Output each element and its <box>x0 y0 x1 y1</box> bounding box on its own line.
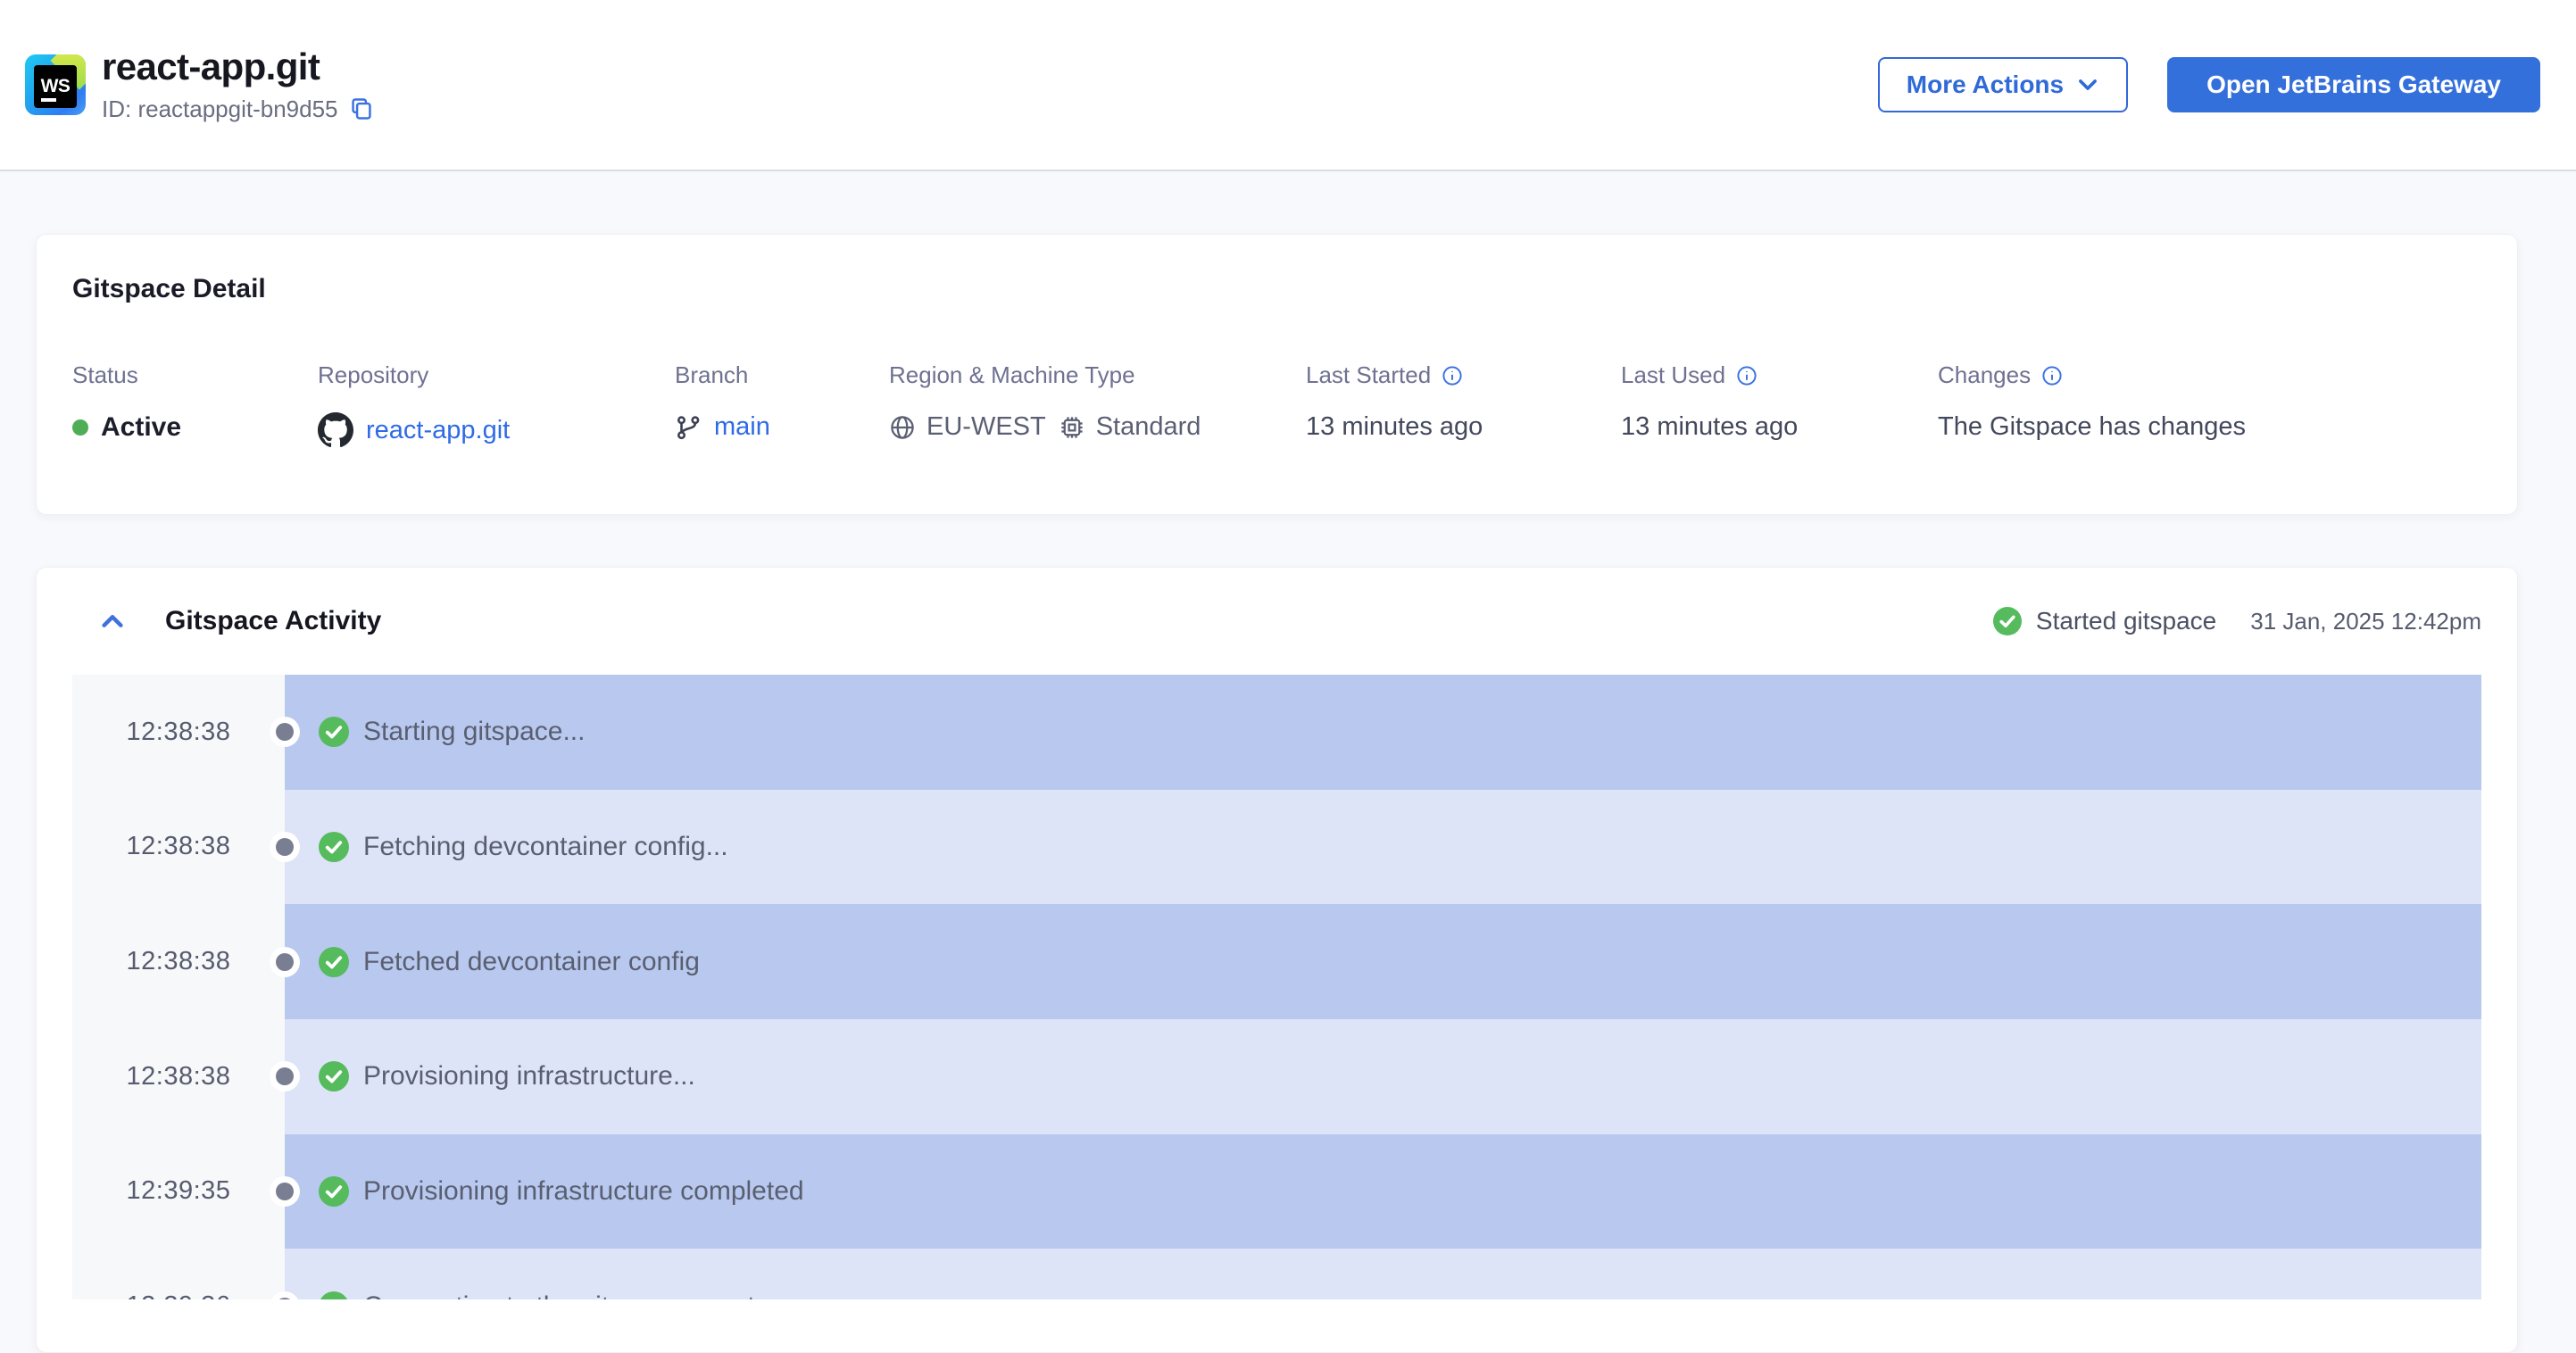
changes-label: Changes <box>1938 361 2032 388</box>
machine-type-icon <box>1061 416 1083 438</box>
gitspace-detail-card: Gitspace Detail Status Active Repository… <box>36 234 2518 515</box>
info-icon[interactable] <box>1442 365 1463 386</box>
timeline-dot-icon <box>270 1175 300 1207</box>
field-repository: Repository react-app.git <box>318 361 675 448</box>
check-circle-icon <box>320 1291 348 1299</box>
check-circle-icon <box>1992 607 2022 635</box>
branch-link[interactable]: main <box>714 412 770 442</box>
webstorm-badge: WS <box>34 65 77 108</box>
more-actions-label: More Actions <box>1906 71 2065 98</box>
status-label: Status <box>72 361 138 388</box>
webstorm-icon: WS <box>25 54 86 115</box>
activity-status: Started gitspace 31 Jan, 2025 12:42pm <box>1992 607 2481 635</box>
git-branch-icon <box>677 415 700 439</box>
timeline-dot-icon <box>270 1061 300 1092</box>
chevron-up-icon[interactable] <box>99 608 126 635</box>
gitspace-id: ID: reactappgit-bn9d55 <box>102 95 338 122</box>
more-actions-button[interactable]: More Actions <box>1877 57 2129 112</box>
status-value: Active <box>101 412 182 442</box>
log-row: 12:38:38 Fetched devcontainer config <box>37 904 2517 1019</box>
activity-status-label: Started gitspace <box>2035 607 2217 635</box>
github-icon <box>318 412 353 448</box>
page-header: WS react-app.git ID: reactappgit-bn9d55 … <box>0 0 2576 171</box>
log-message: Provisioning infrastructure... <box>363 1061 695 1092</box>
title-block: WS react-app.git ID: reactappgit-bn9d55 <box>25 46 374 122</box>
region-machine-label: Region & Machine Type <box>889 361 1135 388</box>
check-circle-icon <box>319 717 349 748</box>
check-circle-icon <box>319 1175 349 1207</box>
activity-status-time: 31 Jan, 2025 12:42pm <box>2250 607 2481 635</box>
chevron-down-icon <box>2079 79 2098 90</box>
info-icon[interactable] <box>1736 365 1757 386</box>
log-row: 12:38:38 Starting gitspace... <box>37 675 2517 790</box>
log-message: Fetched devcontainer config <box>363 946 700 976</box>
repository-link[interactable]: react-app.git <box>366 416 510 445</box>
last-used-label: Last Used <box>1621 361 1726 388</box>
field-changes: Changes The Gitspace has changes <box>1938 361 2481 448</box>
log-row: 12:38:38 Provisioning infrastructure... <box>37 1018 2517 1134</box>
timeline-dot-icon <box>270 717 300 748</box>
log-message: Connecting to the gitspace agent <box>363 1291 755 1299</box>
last-started-value: 13 minutes ago <box>1306 412 1483 441</box>
changes-value: The Gitspace has changes <box>1938 412 2246 441</box>
field-last-used: Last Used 13 minutes ago <box>1621 361 1938 448</box>
log-timestamp: 12:38:38 <box>126 832 231 861</box>
log-message: Provisioning infrastructure completed <box>363 1175 804 1206</box>
detail-card-title: Gitspace Detail <box>72 274 266 303</box>
last-started-label: Last Started <box>1306 361 1432 388</box>
check-circle-icon <box>319 831 349 862</box>
log-row: 12:38:38 Fetching devcontainer config... <box>37 789 2517 905</box>
log-row: 12:39:35 Provisioning infrastructure com… <box>37 1133 2517 1249</box>
log-message: Starting gitspace... <box>363 717 586 747</box>
check-circle-icon <box>319 946 349 977</box>
field-status: Status Active <box>72 361 318 448</box>
log-timestamp: 12:38:38 <box>126 717 231 746</box>
log-timestamp: 12:38:38 <box>126 1061 231 1091</box>
page-title: react-app.git <box>102 46 320 88</box>
copy-icon[interactable] <box>349 96 374 121</box>
repository-label: Repository <box>318 361 429 388</box>
gitspace-activity-card: Gitspace Activity Started gitspace 31 Ja… <box>36 567 2518 1353</box>
globe-icon <box>891 415 914 439</box>
field-last-started: Last Started 13 minutes ago <box>1306 361 1621 448</box>
field-region-machine: Region & Machine Type EU-WEST Standard <box>889 361 1306 448</box>
log-timestamp: 12:39:35 <box>126 1176 231 1206</box>
check-circle-icon <box>319 1061 349 1092</box>
region-value: EU-WEST <box>927 412 1046 441</box>
log-row: 12:39:36 Connecting to the gitspace agen… <box>37 1249 2517 1299</box>
activity-card-title: Gitspace Activity <box>165 606 382 635</box>
info-icon[interactable] <box>2041 365 2063 386</box>
field-branch: Branch main <box>675 361 889 448</box>
timeline-dot-icon <box>270 831 300 862</box>
open-jetbrains-gateway-button[interactable]: Open JetBrains Gateway <box>2167 57 2540 112</box>
activity-log[interactable]: 12:38:38 Starting gitspace... 12:38:38 F… <box>37 675 2517 1299</box>
status-dot-icon <box>72 419 88 436</box>
log-timestamp: 12:39:36 <box>127 1291 231 1299</box>
machine-type-value: Standard <box>1095 412 1201 441</box>
log-timestamp: 12:38:38 <box>126 947 231 976</box>
timeline-dot-icon <box>270 946 300 977</box>
branch-label: Branch <box>675 361 749 388</box>
log-message: Fetching devcontainer config... <box>363 831 728 861</box>
last-used-value: 13 minutes ago <box>1621 412 1799 441</box>
